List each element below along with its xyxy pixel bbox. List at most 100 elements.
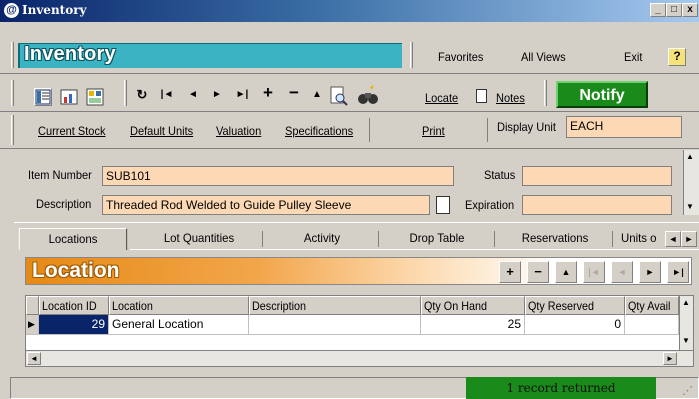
scroll-left-arrow-icon[interactable]: ◄ — [27, 352, 41, 365]
print-link[interactable]: Print — [422, 124, 445, 138]
form-scrollbar[interactable]: ▲ ▼ — [683, 150, 699, 215]
table-cell[interactable] — [249, 315, 421, 335]
exit-link[interactable]: Exit — [624, 50, 642, 64]
table-cell[interactable]: General Location — [109, 315, 249, 335]
tab-scroll-left-icon[interactable]: ◄ — [665, 231, 681, 247]
row-selector-icon[interactable]: ▶ — [26, 315, 39, 335]
chart-view-icon[interactable] — [60, 88, 78, 106]
maximize-button[interactable]: □ — [666, 3, 682, 17]
description-field[interactable]: Threaded Rod Welded to Guide Pulley Slee… — [102, 195, 430, 215]
notes-button[interactable]: Notes — [496, 91, 525, 105]
print-preview-icon[interactable] — [329, 85, 348, 106]
app-icon: @ — [4, 3, 19, 18]
notify-button[interactable]: Notify — [556, 81, 648, 108]
window-title: Inventory — [22, 3, 87, 17]
tab-reservations[interactable]: Reservations — [503, 228, 608, 250]
divider — [0, 111, 699, 112]
minimize-button[interactable]: _ — [650, 3, 666, 17]
table-cell[interactable]: 25 — [421, 315, 525, 335]
column-header[interactable]: Location ID — [39, 296, 109, 315]
tab-drop-table[interactable]: Drop Table — [385, 228, 490, 250]
column-header[interactable]: Qty Reserved — [525, 296, 625, 315]
favorites-link[interactable]: Favorites — [438, 50, 483, 64]
find-binoculars-icon[interactable] — [357, 85, 378, 104]
tab-units[interactable]: Units o — [621, 228, 659, 250]
up-arrow-icon[interactable]: ▲ — [308, 89, 326, 100]
locate-button[interactable]: Locate — [425, 91, 458, 105]
scroll-down-arrow-icon[interactable]: ▼ — [686, 202, 694, 211]
notes-icon[interactable] — [436, 196, 450, 214]
location-header: Location + − ▲ |◄ ◄ ► ►| — [25, 257, 692, 285]
drag-grip[interactable] — [11, 115, 14, 145]
all-views-link[interactable]: All Views — [521, 50, 566, 64]
item-number-label: Item Number — [28, 168, 92, 182]
location-next-icon[interactable]: ► — [639, 261, 661, 283]
scroll-down-arrow-icon[interactable]: ▼ — [682, 336, 690, 345]
drag-grip[interactable] — [11, 80, 14, 106]
specifications-link[interactable]: Specifications — [285, 124, 353, 138]
scroll-up-arrow-icon[interactable]: ▲ — [682, 298, 690, 307]
delete-record-icon[interactable]: − — [285, 83, 303, 103]
divider — [487, 118, 488, 142]
notes-icon[interactable] — [476, 89, 487, 103]
drag-grip[interactable] — [544, 80, 547, 106]
column-header[interactable]: Qty On Hand — [421, 296, 525, 315]
first-record-icon[interactable]: |◄ — [158, 89, 176, 100]
table-cell[interactable]: 29 — [39, 315, 109, 335]
row-header-corner — [26, 296, 39, 315]
add-record-icon[interactable]: + — [259, 83, 277, 103]
divider — [130, 249, 699, 250]
tab-separator — [378, 231, 379, 247]
column-header[interactable]: Qty Avail — [625, 296, 679, 315]
drag-grip[interactable] — [11, 42, 14, 68]
tab-activity[interactable]: Activity — [271, 228, 374, 250]
tab-lot-quantities[interactable]: Lot Quantities — [141, 228, 257, 250]
location-prev-icon[interactable]: ◄ — [611, 261, 633, 283]
column-header[interactable]: Location — [109, 296, 249, 315]
location-last-icon[interactable]: ►| — [667, 261, 689, 283]
column-header[interactable]: Description — [249, 296, 421, 315]
display-unit-label: Display Unit — [497, 120, 556, 134]
default-units-link[interactable]: Default Units — [130, 124, 193, 138]
grid-vertical-scrollbar[interactable]: ▲ ▼ — [679, 296, 693, 350]
previous-record-icon[interactable]: ◄ — [184, 89, 202, 100]
drag-grip[interactable] — [124, 80, 127, 106]
display-unit-field[interactable]: EACH — [566, 116, 682, 138]
last-record-icon[interactable]: ►| — [233, 89, 251, 100]
valuation-link[interactable]: Valuation — [216, 124, 261, 138]
item-number-field[interactable]: SUB101 — [102, 166, 454, 186]
location-delete-icon[interactable]: − — [527, 261, 549, 283]
location-up-icon[interactable]: ▲ — [555, 261, 577, 283]
next-record-icon[interactable]: ► — [208, 89, 226, 100]
divider — [0, 73, 699, 74]
table-cell[interactable]: 0 — [525, 315, 625, 335]
grid-horizontal-scrollbar[interactable]: ◄ ► — [26, 350, 693, 366]
drag-grip[interactable] — [410, 42, 413, 68]
list-view-icon[interactable] — [34, 88, 52, 106]
location-first-icon[interactable]: |◄ — [583, 261, 605, 283]
form-view-icon[interactable] — [86, 88, 104, 106]
table-cell[interactable] — [625, 315, 679, 335]
divider — [14, 222, 699, 223]
refresh-icon[interactable]: ↻ — [133, 87, 151, 103]
tab-locations[interactable]: Locations — [18, 228, 128, 250]
expiration-label: Expiration — [465, 198, 515, 212]
tab-separator — [612, 231, 613, 247]
resize-grip-icon[interactable]: ⋰ — [682, 384, 693, 397]
status-label: Status — [484, 168, 516, 182]
status-field[interactable] — [522, 166, 672, 186]
location-add-icon[interactable]: + — [499, 261, 521, 283]
help-icon[interactable]: ? — [668, 48, 686, 66]
current-stock-link[interactable]: Current Stock — [38, 124, 105, 138]
tab-separator — [494, 231, 495, 247]
expiration-field[interactable] — [522, 195, 672, 215]
locations-grid: Location ID Location Description Qty On … — [25, 295, 694, 367]
status-message: 1 record returned — [466, 377, 656, 399]
scroll-right-arrow-icon[interactable]: ► — [663, 352, 677, 365]
scroll-up-arrow-icon[interactable]: ▲ — [686, 152, 694, 161]
close-button[interactable]: x — [682, 3, 698, 17]
tab-separator — [262, 231, 263, 247]
banner-title: Inventory — [24, 43, 116, 65]
tab-scroll-right-icon[interactable]: ► — [681, 231, 697, 247]
